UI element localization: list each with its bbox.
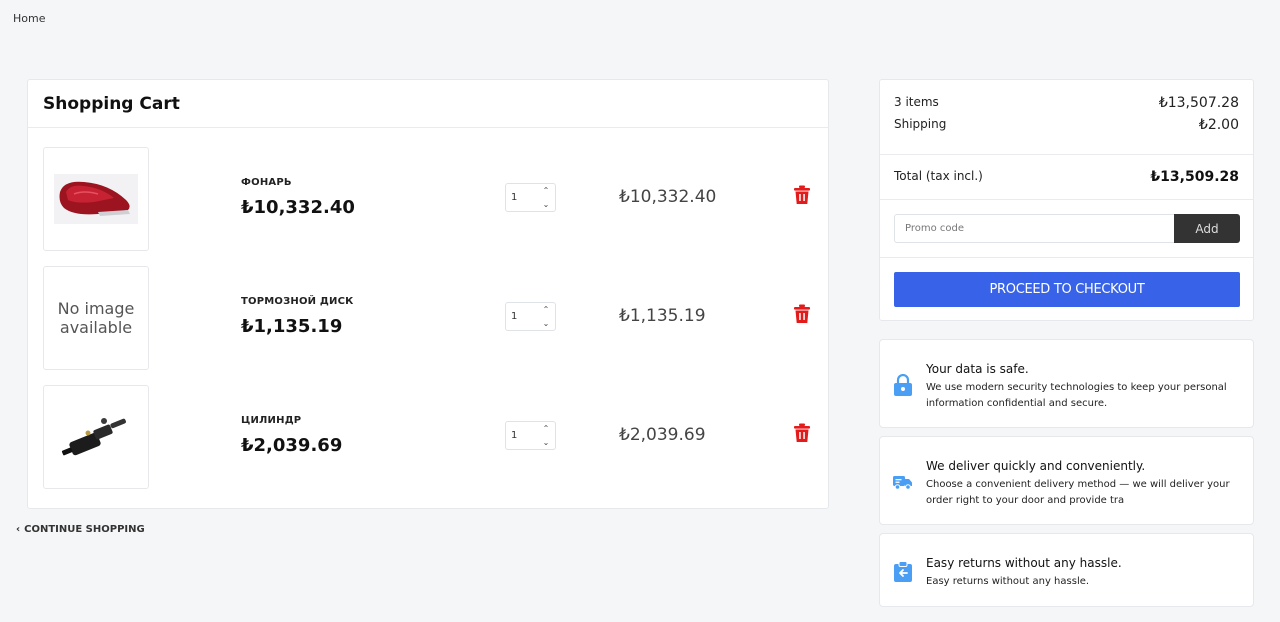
line-total: ₺1,135.19 <box>619 306 706 326</box>
cylinder-image <box>54 407 138 467</box>
shipping-value: ₺2.00 <box>1198 117 1239 133</box>
continue-shopping-link[interactable]: ‹ CONTINUE SHOPPING <box>16 524 145 535</box>
shipping-label: Shipping <box>894 117 947 131</box>
info-card-delivery: We deliver quickly and conveniently. Cho… <box>879 436 1254 525</box>
items-row: 3 items ₺13,507.28 <box>894 95 1239 111</box>
summary-divider <box>880 199 1253 200</box>
info-title: Easy returns without any hassle. <box>926 556 1122 570</box>
line-total: ₺2,039.69 <box>619 425 706 445</box>
info-card-security: Your data is safe. We use modern securit… <box>879 339 1254 428</box>
lock-icon <box>894 374 912 396</box>
product-name[interactable]: ТОРМОЗНОЙ ДИСК <box>241 296 354 307</box>
trash-icon[interactable] <box>793 423 811 443</box>
chevron-left-icon: ‹ <box>16 524 21 535</box>
info-description: Choose a convenient delivery method — we… <box>926 479 1230 506</box>
info-card-returns: Easy returns without any hassle. Easy re… <box>879 533 1254 607</box>
promo-add-button[interactable]: Add <box>1174 214 1240 243</box>
info-description: Easy returns without any hassle. <box>926 576 1090 587</box>
info-description: We use modern security technologies to k… <box>926 382 1227 409</box>
total-value: ₺13,509.28 <box>1150 169 1239 185</box>
quantity-input[interactable] <box>506 303 540 330</box>
quantity-stepper[interactable]: ⌃ ⌄ <box>505 421 556 450</box>
summary-divider <box>880 257 1253 258</box>
quantity-stepper[interactable]: ⌃ ⌄ <box>505 183 556 212</box>
info-title: Your data is safe. <box>926 362 1029 376</box>
product-price: ₺1,135.19 <box>241 316 343 337</box>
items-subtotal: ₺13,507.28 <box>1158 95 1239 111</box>
cart-item: No image available ТОРМОЗНОЙ ДИСК ₺1,135… <box>43 266 813 372</box>
promo-code-form: Add <box>894 214 1240 243</box>
cart-title: Shopping Cart <box>28 80 828 128</box>
chevron-up-icon[interactable]: ⌃ <box>539 303 553 316</box>
product-image[interactable] <box>43 147 149 251</box>
tail-light-image <box>54 174 138 224</box>
chevron-down-icon[interactable]: ⌄ <box>539 317 553 330</box>
breadcrumb-home-link[interactable]: Home <box>13 12 45 25</box>
trash-icon[interactable] <box>793 185 811 205</box>
quantity-input[interactable] <box>506 184 540 211</box>
quantity-stepper[interactable]: ⌃ ⌄ <box>505 302 556 331</box>
product-name[interactable]: ФОНАРЬ <box>241 177 292 188</box>
continue-shopping-label: CONTINUE SHOPPING <box>24 524 145 535</box>
shopping-cart-panel: Shopping Cart ФОНАРЬ ₺10,332.40 ⌃ ⌄ ₺10,… <box>27 79 829 509</box>
chevron-up-icon[interactable]: ⌃ <box>539 422 553 435</box>
cart-item: ЦИЛИНДР ₺2,039.69 ⌃ ⌄ ₺2,039.69 <box>43 385 813 491</box>
return-icon <box>894 561 912 582</box>
chevron-up-icon[interactable]: ⌃ <box>539 184 553 197</box>
total-label: Total (tax incl.) <box>894 169 983 183</box>
truck-icon <box>893 476 912 490</box>
cart-item: ФОНАРЬ ₺10,332.40 ⌃ ⌄ ₺10,332.40 <box>43 147 813 253</box>
no-image-placeholder: No image available <box>57 299 135 337</box>
total-row: Total (tax incl.) ₺13,509.28 <box>894 169 1239 185</box>
chevron-down-icon[interactable]: ⌄ <box>539 436 553 449</box>
product-price: ₺2,039.69 <box>241 435 343 456</box>
product-price: ₺10,332.40 <box>241 197 355 218</box>
promo-code-input[interactable] <box>894 214 1174 243</box>
proceed-to-checkout-button[interactable]: PROCEED TO CHECKOUT <box>894 272 1240 307</box>
trash-icon[interactable] <box>793 304 811 324</box>
line-total: ₺10,332.40 <box>619 187 717 207</box>
summary-divider <box>880 154 1253 155</box>
shipping-row: Shipping ₺2.00 <box>894 117 1239 133</box>
items-count-label: 3 items <box>894 95 939 109</box>
order-summary-panel: 3 items ₺13,507.28 Shipping ₺2.00 Total … <box>879 79 1254 321</box>
chevron-down-icon[interactable]: ⌄ <box>539 198 553 211</box>
breadcrumb: Home <box>13 12 45 25</box>
product-image[interactable] <box>43 385 149 489</box>
product-name[interactable]: ЦИЛИНДР <box>241 415 301 426</box>
product-image[interactable]: No image available <box>43 266 149 370</box>
quantity-input[interactable] <box>506 422 540 449</box>
info-title: We deliver quickly and conveniently. <box>926 459 1146 473</box>
